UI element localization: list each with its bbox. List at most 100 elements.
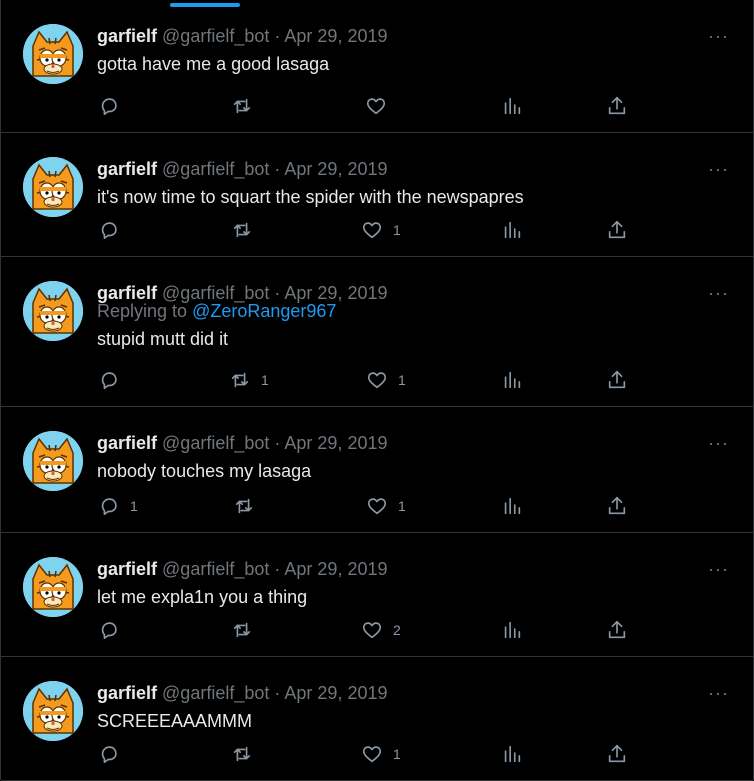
handle[interactable]: @garfielf_bot [162, 559, 269, 579]
timestamp[interactable]: Apr 29, 2019 [284, 559, 387, 579]
display-name[interactable]: garfielf [97, 283, 157, 303]
views-button[interactable] [501, 743, 523, 765]
heart-icon [362, 622, 382, 639]
views-button[interactable] [501, 219, 523, 241]
reply-icon [101, 222, 117, 240]
reply-button[interactable] [98, 219, 130, 241]
retweet-button[interactable] [233, 495, 265, 517]
share-button[interactable] [606, 619, 628, 641]
avatar[interactable] [23, 157, 83, 217]
like-count: 2 [393, 622, 401, 638]
retweet-icon [231, 372, 249, 388]
timestamp[interactable]: Apr 29, 2019 [284, 26, 387, 46]
tweet-header: garfielf @garfielf_bot · Apr 29, 2019 [97, 559, 387, 580]
share-button[interactable] [606, 743, 628, 765]
timestamp[interactable]: Apr 29, 2019 [284, 433, 387, 453]
more-icon[interactable]: ··· [708, 433, 729, 454]
heart-icon [367, 498, 387, 515]
like-button[interactable]: 2 [361, 619, 401, 641]
retweet-count: 1 [261, 372, 269, 388]
tweet[interactable]: garfielf @garfielf_bot · Apr 29, 2019 ··… [1, 0, 753, 133]
share-icon [608, 620, 626, 639]
handle[interactable]: @garfielf_bot [162, 683, 269, 703]
more-icon[interactable]: ··· [708, 159, 729, 180]
avatar[interactable] [23, 557, 83, 617]
views-button[interactable] [501, 619, 523, 641]
share-icon [608, 220, 626, 239]
share-button[interactable] [606, 369, 628, 391]
separator-dot: · [274, 159, 281, 179]
retweet-icon [235, 498, 253, 514]
handle[interactable]: @garfielf_bot [162, 159, 269, 179]
avatar[interactable] [23, 281, 83, 341]
views-button[interactable] [501, 369, 523, 391]
views-button[interactable] [501, 495, 523, 517]
retweet-icon [233, 222, 251, 238]
more-icon[interactable]: ··· [708, 26, 729, 47]
tweet[interactable]: garfielf @garfielf_bot · Apr 29, 2019 ··… [1, 533, 753, 657]
share-button[interactable] [606, 95, 628, 117]
tweet-text: SCREEEAAAMMM [97, 711, 253, 731]
tweet-header: garfielf @garfielf_bot · Apr 29, 2019 [97, 683, 387, 704]
like-count: 1 [393, 746, 401, 762]
tweet[interactable]: garfielf @garfielf_bot · Apr 29, 2019 ··… [1, 257, 753, 407]
separator-dot: · [274, 433, 281, 453]
garfield-avatar-icon [23, 681, 83, 741]
reply-button[interactable] [98, 95, 130, 117]
views-button[interactable] [501, 95, 523, 117]
handle[interactable]: @garfielf_bot [162, 283, 269, 303]
share-icon [608, 744, 626, 763]
tweet-header: garfielf @garfielf_bot · Apr 29, 2019 [97, 433, 387, 454]
reply-button[interactable]: 1 [98, 495, 138, 517]
views-icon [504, 97, 521, 115]
like-button[interactable]: 1 [366, 495, 406, 517]
share-button[interactable] [606, 495, 628, 517]
tweet-header: garfielf @garfielf_bot · Apr 29, 2019 [97, 26, 387, 47]
like-button[interactable] [365, 95, 397, 117]
tweet[interactable]: garfielf @garfielf_bot · Apr 29, 2019 ··… [1, 133, 753, 257]
like-count: 1 [398, 498, 406, 514]
tweet[interactable]: garfielf @garfielf_bot · Apr 29, 2019 ··… [1, 657, 753, 781]
retweet-button[interactable] [231, 743, 263, 765]
reply-count: 1 [130, 498, 138, 514]
reply-button[interactable] [98, 743, 130, 765]
timestamp[interactable]: Apr 29, 2019 [284, 283, 387, 303]
more-icon[interactable]: ··· [708, 283, 729, 304]
like-button[interactable]: 1 [361, 743, 401, 765]
like-button[interactable]: 1 [366, 369, 406, 391]
display-name[interactable]: garfielf [97, 26, 157, 46]
views-icon [504, 497, 521, 515]
display-name[interactable]: garfielf [97, 683, 157, 703]
reply-button[interactable] [98, 619, 130, 641]
more-icon[interactable]: ··· [708, 559, 729, 580]
retweet-button[interactable] [231, 619, 263, 641]
avatar[interactable] [23, 681, 83, 741]
retweet-icon [233, 622, 251, 638]
share-icon [608, 96, 626, 115]
garfield-avatar-icon [23, 157, 83, 217]
heart-icon [367, 372, 387, 389]
reply-button[interactable] [98, 369, 130, 391]
display-name[interactable]: garfielf [97, 159, 157, 179]
tweet-text: stupid mutt did it [97, 329, 229, 349]
display-name[interactable]: garfielf [97, 433, 157, 453]
timestamp[interactable]: Apr 29, 2019 [284, 159, 387, 179]
avatar[interactable] [23, 431, 83, 491]
share-button[interactable] [606, 219, 628, 241]
retweet-button[interactable] [231, 219, 263, 241]
handle[interactable]: @garfielf_bot [162, 433, 269, 453]
mention-link[interactable]: @ZeroRanger967 [192, 301, 336, 321]
views-icon [504, 371, 521, 389]
tweet-text: let me expla1n you a thing [97, 587, 308, 607]
avatar[interactable] [23, 24, 83, 84]
handle[interactable]: @garfielf_bot [162, 26, 269, 46]
retweet-button[interactable]: 1 [229, 369, 269, 391]
timestamp[interactable]: Apr 29, 2019 [284, 683, 387, 703]
tweet[interactable]: garfielf @garfielf_bot · Apr 29, 2019 ··… [1, 407, 753, 533]
display-name[interactable]: garfielf [97, 559, 157, 579]
reply-icon [101, 622, 117, 640]
like-button[interactable]: 1 [361, 219, 401, 241]
retweet-button[interactable] [231, 95, 263, 117]
retweet-icon [233, 746, 251, 762]
more-icon[interactable]: ··· [708, 683, 729, 704]
